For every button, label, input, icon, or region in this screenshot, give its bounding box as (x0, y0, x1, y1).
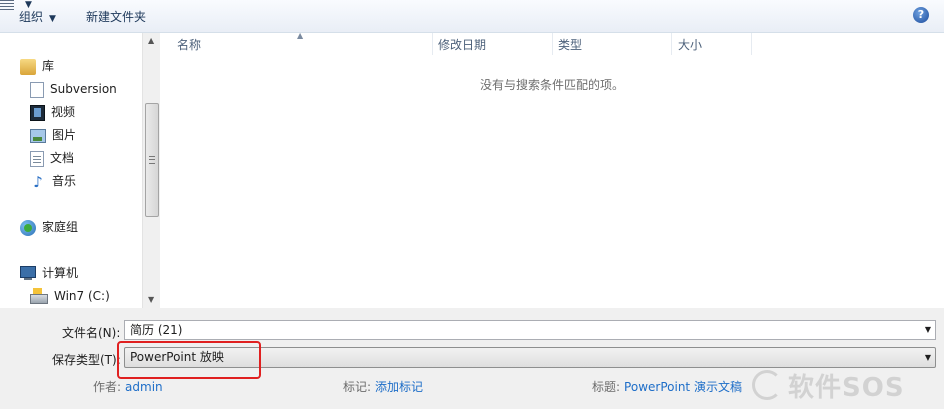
view-list-icon (0, 0, 14, 12)
title-key: 标题: (592, 380, 621, 394)
column-divider[interactable] (552, 33, 553, 55)
computer-icon (20, 266, 36, 280)
nav-item-label: Win7 (C:) (54, 289, 110, 303)
file-list-pane[interactable]: ▲ 名称 修改日期 类型 大小 没有与搜索条件匹配的项。 (160, 31, 944, 308)
nav-item-label: 视频 (51, 105, 76, 119)
picture-icon (30, 128, 46, 143)
nav-item-label: 库 (42, 59, 55, 73)
title-value[interactable]: PowerPoint 演示文稿 (624, 380, 742, 394)
scroll-up-icon[interactable]: ▲ (148, 36, 154, 45)
nav-item-library[interactable]: 库 (20, 57, 54, 75)
title-field: 标题: PowerPoint 演示文稿 (592, 378, 742, 395)
filename-label: 文件名(N): (62, 326, 121, 340)
column-header-size[interactable]: 大小 (678, 33, 702, 57)
document-icon (30, 81, 44, 98)
nav-item-pictures[interactable]: 图片 (30, 126, 76, 144)
help-icon[interactable]: ? (913, 7, 929, 23)
nav-item-label: Subversion (50, 82, 117, 96)
scroll-down-icon[interactable]: ▼ (148, 295, 154, 304)
nav-scrollbar[interactable]: ▲ ▼ (142, 33, 160, 308)
add-tags-link[interactable]: 添加标记 (375, 380, 423, 394)
author-value[interactable]: admin (125, 380, 163, 394)
empty-results-message: 没有与搜索条件匹配的项。 (480, 78, 625, 92)
navigation-pane: 库 Subversion 视频 图片 文档 ♪ 音乐 家庭组 计算机 Win7 (… (0, 33, 142, 308)
chevron-down-icon: ▼ (25, 0, 32, 10)
highlight-annotation (117, 341, 261, 379)
column-divider[interactable] (751, 33, 752, 55)
grip-icon (149, 156, 155, 164)
watermark: 软件SOS (752, 367, 905, 404)
watermark-logo-icon (752, 370, 782, 400)
column-header-date[interactable]: 修改日期 (438, 33, 486, 57)
column-header-name[interactable]: 名称 (177, 33, 201, 57)
nav-item-drive-c[interactable]: Win7 (C:) (30, 287, 110, 305)
homegroup-icon (20, 219, 36, 236)
filename-value: 简历 (21) (130, 323, 183, 337)
chevron-down-icon[interactable]: ▼ (925, 321, 931, 339)
chevron-down-icon[interactable]: ▼ (925, 348, 931, 367)
nav-item-label: 音乐 (52, 174, 77, 188)
library-icon (20, 58, 36, 75)
scroll-thumb[interactable] (145, 103, 159, 217)
tags-key: 标记: (343, 380, 372, 394)
drive-icon (30, 287, 48, 304)
filename-input[interactable]: 简历 (21) ▼ (124, 320, 936, 340)
column-header-type[interactable]: 类型 (558, 33, 582, 57)
organize-button[interactable]: 组织 ▼ (19, 8, 56, 25)
column-divider[interactable] (671, 33, 672, 55)
nav-item-subversion[interactable]: Subversion (30, 80, 117, 98)
toolbar: 组织 ▼ 新建文件夹 ▼ ? (0, 0, 944, 33)
save-type-label: 保存类型(T): (52, 353, 121, 367)
watermark-text: 软件SOS (788, 373, 905, 403)
author-key: 作者: (93, 380, 122, 394)
nav-item-label: 图片 (52, 128, 77, 142)
music-icon: ♪ (33, 172, 43, 191)
nav-item-label: 家庭组 (42, 220, 79, 234)
nav-item-computer[interactable]: 计算机 (20, 264, 78, 282)
tags-field: 标记: 添加标记 (343, 378, 423, 395)
nav-item-documents[interactable]: 文档 (30, 149, 74, 167)
sort-ascending-icon: ▲ (297, 31, 304, 40)
video-icon (30, 104, 45, 121)
nav-item-label: 计算机 (42, 266, 79, 280)
organize-label: 组织 (19, 10, 44, 24)
document-icon (30, 150, 44, 167)
nav-item-music[interactable]: ♪ 音乐 (30, 172, 76, 190)
author-field: 作者: admin (93, 378, 163, 395)
nav-item-label: 文档 (50, 151, 75, 165)
nav-item-homegroup[interactable]: 家庭组 (20, 218, 78, 236)
chevron-down-icon: ▼ (49, 14, 56, 24)
column-divider[interactable] (432, 33, 433, 55)
nav-item-video[interactable]: 视频 (30, 103, 75, 121)
new-folder-button[interactable]: 新建文件夹 (86, 8, 146, 25)
